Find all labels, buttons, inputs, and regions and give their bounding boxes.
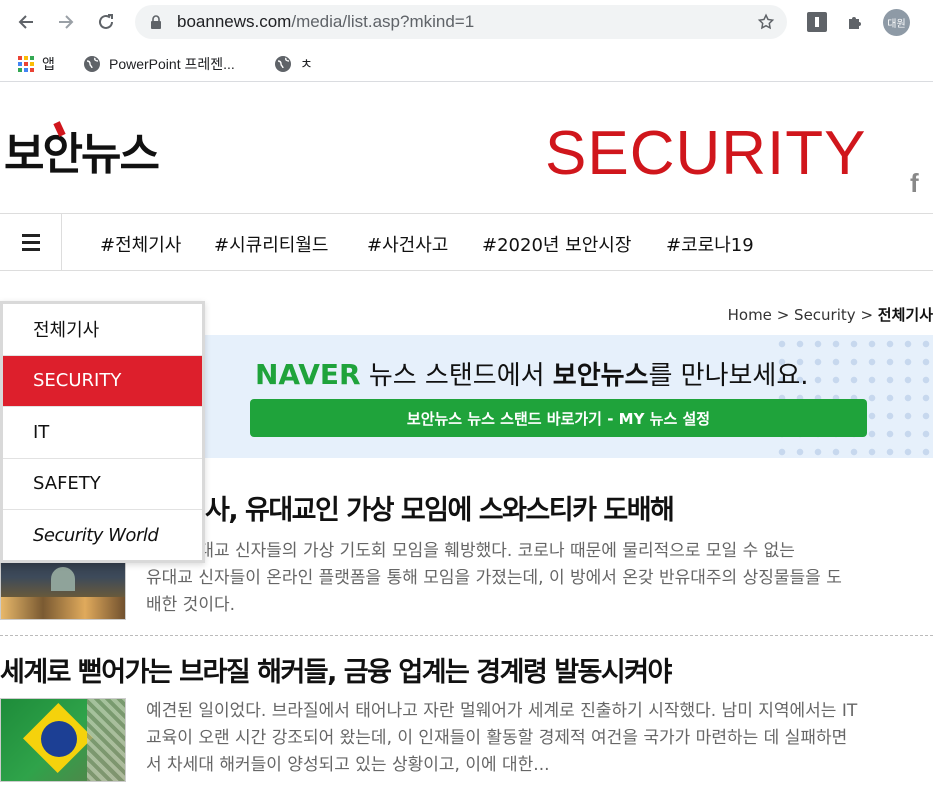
- banner-text-bold: 보안뉴스: [552, 361, 649, 391]
- bookmark-label: ㅊ: [300, 56, 313, 72]
- reload-button[interactable]: [92, 8, 120, 36]
- article-divider: [0, 635, 933, 636]
- bookmark-powerpoint[interactable]: PowerPoint 프레젠...: [83, 52, 235, 76]
- bookmark-star-icon[interactable]: [757, 13, 775, 31]
- profile-avatar[interactable]: 대원: [883, 9, 910, 36]
- bookmark-other[interactable]: ㅊ: [274, 52, 313, 76]
- globe-icon: [275, 56, 291, 72]
- thumbnail-banknotes: [87, 699, 125, 781]
- tag-2020-security-market[interactable]: #2020년 보안시장: [482, 231, 631, 257]
- facebook-icon[interactable]: f: [910, 168, 919, 199]
- summary-line: 예견된 일이었다. 브라질에서 태어나고 자란 멀웨어가 세계로 진출하기 시작…: [146, 701, 858, 721]
- forward-button[interactable]: [52, 8, 80, 36]
- menu-item-safety[interactable]: SAFETY: [3, 459, 202, 510]
- banner-text-pre: 뉴스 스탠드에서: [360, 361, 553, 391]
- summary-line: 배한 것이다.: [146, 595, 236, 615]
- banner-headline: NAVER 뉴스 스탠드에서 보안뉴스를 만나보세요.: [255, 355, 809, 392]
- tag-incidents[interactable]: #사건사고: [367, 231, 448, 257]
- breadcrumb: Home > Security > 전체기사: [728, 304, 933, 325]
- summary-line: 커가 유대교 신자들의 가상 기도회 모임을 훼방했다. 코로나 때문에 물리적…: [146, 541, 795, 561]
- section-title: SECURITY: [545, 119, 867, 188]
- summary-line: 교육이 오랜 시간 강조되어 왔는데, 이 인재들이 활동할 경제적 여건을 국…: [146, 728, 848, 748]
- banner-text-post: 를 만나보세요.: [648, 361, 809, 391]
- menu-item-security[interactable]: SECURITY: [3, 355, 202, 407]
- tag-all-articles[interactable]: #전체기사: [100, 231, 181, 257]
- tag-security-world[interactable]: #시큐리티월드: [214, 231, 328, 257]
- thumbnail-city-lights: [1, 597, 125, 619]
- hashtag-menu-bar: #전체기사 #시큐리티월드 #사건사고 #2020년 보안시장 #코로나19: [0, 213, 933, 271]
- tag-corona19[interactable]: #코로나19: [666, 231, 754, 257]
- breadcrumb-current: 전체기사: [877, 306, 933, 324]
- apps-grid-icon: [18, 56, 34, 72]
- menu-item-security-world[interactable]: Security World: [3, 510, 202, 562]
- banner-dot-pattern: [773, 335, 933, 458]
- category-dropdown-menu: 전체기사 SECURITY IT SAFETY Security World: [0, 301, 205, 563]
- newsstand-link-button[interactable]: 보안뉴스 뉴스 스탠드 바로가기 - MY 뉴스 설정: [250, 399, 867, 437]
- article-thumbnail-brazil-flag[interactable]: [0, 698, 126, 782]
- hamburger-line: [21, 240, 40, 244]
- breadcrumb-separator: >: [860, 306, 874, 324]
- forward-arrow-icon: [59, 15, 74, 29]
- article-title[interactable]: 세계로 뻗어가는 브라질 해커들, 금융 업계는 경계령 발동시켜야: [0, 650, 672, 689]
- hamburger-menu-button[interactable]: [0, 214, 62, 270]
- site-logo[interactable]: 보안뉴스: [4, 118, 160, 182]
- article-summary: 커가 유대교 신자들의 가상 기도회 모임을 훼방했다. 코로나 때문에 물리적…: [146, 538, 842, 619]
- reload-icon: [99, 14, 113, 29]
- hamburger-line: [21, 233, 40, 237]
- menu-item-all-articles[interactable]: 전체기사: [3, 304, 202, 356]
- address-bar[interactable]: boannews.com/media/list.asp?mkind=1: [135, 5, 787, 39]
- bookmarks-bar: 앱 PowerPoint 프레젠... ㅊ: [0, 46, 933, 82]
- extension-i-icon[interactable]: [807, 12, 827, 32]
- article-summary: 예견된 일이었다. 브라질에서 태어나고 자란 멀웨어가 세계로 진출하기 시작…: [146, 698, 857, 779]
- bookmark-apps[interactable]: 앱: [18, 52, 55, 76]
- browser-toolbar: boannews.com/media/list.asp?mkind=1 대원: [0, 0, 933, 44]
- thumbnail-dome: [51, 567, 75, 591]
- breadcrumb-section[interactable]: Security: [794, 306, 856, 324]
- url-path: /media/list.asp?mkind=1: [291, 12, 475, 31]
- menu-item-it[interactable]: IT: [3, 407, 202, 459]
- url-host: boannews.com: [177, 12, 292, 31]
- lock-icon: [151, 15, 161, 29]
- hamburger-line: [21, 247, 40, 251]
- extension-i-glyph: [815, 17, 819, 27]
- breadcrumb-home[interactable]: Home: [728, 306, 772, 324]
- extensions-puzzle-icon[interactable]: [846, 12, 866, 32]
- back-arrow-icon: [18, 15, 33, 29]
- url-text: boannews.com/media/list.asp?mkind=1: [177, 12, 474, 32]
- article-title[interactable]: 사, 유대교인 가상 모임에 스와스티카 도배해: [205, 488, 675, 527]
- naver-newsstand-banner[interactable]: NAVER 뉴스 스탠드에서 보안뉴스를 만나보세요. 보안뉴스 뉴스 스탠드 …: [205, 335, 933, 458]
- back-button[interactable]: [12, 8, 40, 36]
- bookmark-label: PowerPoint 프레젠...: [109, 56, 235, 72]
- summary-line: 서 차세대 해커들이 양성되고 있는 상황이고, 이에 대한...: [146, 755, 550, 775]
- globe-icon: [84, 56, 100, 72]
- breadcrumb-separator: >: [776, 306, 790, 324]
- flag-blue-globe: [41, 721, 77, 757]
- summary-line: 유대교 신자들이 온라인 플랫폼을 통해 모임을 가졌는데, 이 방에서 온갖 …: [146, 568, 842, 588]
- bookmark-label: 앱: [42, 56, 55, 72]
- naver-logo: NAVER: [255, 358, 361, 391]
